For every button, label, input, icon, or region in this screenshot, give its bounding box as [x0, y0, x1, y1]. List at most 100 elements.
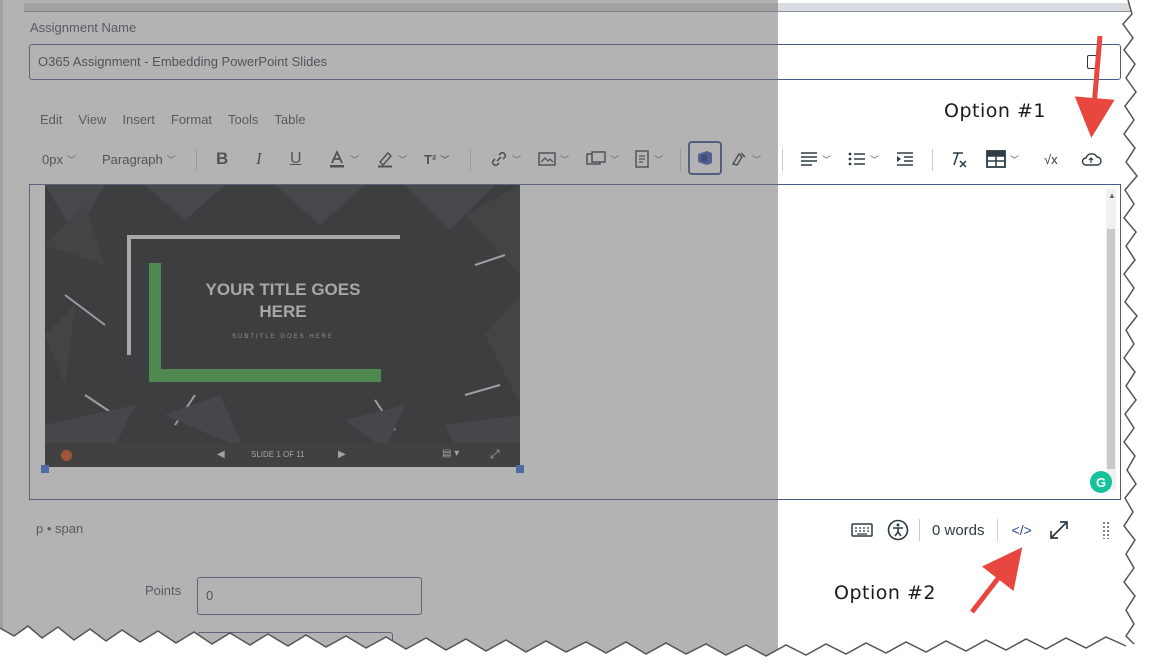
- block-format-value: Paragraph: [102, 151, 163, 167]
- previous-slide-icon[interactable]: ◀: [217, 449, 225, 460]
- indent-button[interactable]: [896, 143, 914, 175]
- superscript-icon: T²: [424, 151, 437, 167]
- statusbar-divider: [996, 519, 998, 541]
- points-label: Points: [145, 583, 182, 598]
- text-color-icon: [330, 150, 344, 168]
- equation-button[interactable]: √x: [1044, 143, 1058, 175]
- apps-button[interactable]: ﹀: [730, 143, 761, 175]
- word-count[interactable]: 0 words: [932, 522, 985, 539]
- menu-insert[interactable]: Insert: [122, 112, 155, 127]
- underline-button[interactable]: U: [290, 143, 302, 175]
- menu-format[interactable]: Format: [171, 112, 212, 127]
- toolbar-divider: [470, 149, 471, 171]
- chevron-down-icon: ﹀: [440, 154, 450, 165]
- editor-toolbar: 0px ﹀ Paragraph ﹀ B I U ﹀ ﹀ T² ﹀ ﹀ ﹀ ﹀ ﹀…: [40, 141, 1120, 175]
- italic-icon: I: [256, 149, 262, 168]
- font-size-select[interactable]: 0px ﹀: [42, 143, 76, 175]
- link-icon: [491, 151, 507, 167]
- assignment-name-input[interactable]: O365 Assignment - Embedding PowerPoint S…: [29, 44, 1121, 80]
- top-divider: [24, 3, 1134, 12]
- scroll-thumb[interactable]: [1107, 229, 1115, 469]
- bold-button[interactable]: B: [216, 143, 228, 175]
- italic-button[interactable]: I: [256, 143, 262, 175]
- chevron-down-icon: ﹀: [752, 154, 762, 165]
- screenshot-page: Assignment Name O365 Assignment - Embedd…: [0, 0, 1152, 669]
- block-format-select[interactable]: Paragraph ﹀: [102, 143, 176, 175]
- keyboard-shortcuts-button[interactable]: [847, 515, 877, 545]
- bold-icon: B: [216, 149, 229, 168]
- menu-edit[interactable]: Edit: [40, 112, 62, 127]
- text-color-button[interactable]: ﹀: [328, 143, 359, 175]
- statusbar-divider: [919, 519, 920, 541]
- image-button[interactable]: ﹀: [538, 143, 569, 175]
- toolbar-divider: [196, 149, 197, 171]
- equation-icon: √x: [1044, 151, 1058, 167]
- media-button[interactable]: ﹀: [586, 143, 619, 175]
- chevron-down-icon: ﹀: [398, 154, 408, 165]
- arrow-to-option2: [970, 547, 1023, 614]
- next-slide-icon[interactable]: ▶: [338, 449, 346, 460]
- superscript-button[interactable]: T² ﹀: [424, 143, 449, 175]
- list-button[interactable]: ﹀: [848, 143, 879, 175]
- scroll-up-icon[interactable]: ▲: [1108, 191, 1116, 200]
- slide-menu-icon[interactable]: ▤ ▾: [442, 448, 459, 459]
- table-button[interactable]: ﹀: [986, 143, 1019, 175]
- fullscreen-button[interactable]: [1044, 515, 1074, 545]
- clear-format-icon: [953, 152, 967, 168]
- menu-view[interactable]: View: [78, 112, 106, 127]
- chevron-down-icon: ﹀: [654, 154, 664, 165]
- align-button[interactable]: ﹀: [800, 143, 831, 175]
- keyboard-icon: [851, 523, 873, 537]
- embedded-powerpoint[interactable]: YOUR TITLE GOES HERE SUBTITLE GOES HERE …: [45, 185, 520, 467]
- option1-annotation: Option #1: [944, 100, 1046, 122]
- toolbar-divider: [782, 149, 783, 171]
- points-input[interactable]: 0: [197, 577, 422, 615]
- expand-icon: [1049, 521, 1068, 539]
- element-path: p • span: [36, 521, 84, 536]
- image-icon: [538, 152, 556, 166]
- grammarly-icon[interactable]: G: [1090, 471, 1112, 493]
- accessibility-icon: [887, 519, 909, 541]
- field-icon: [1087, 55, 1097, 69]
- office-logo-icon: [61, 450, 72, 461]
- list-icon: [848, 152, 865, 166]
- chevron-down-icon: ﹀: [822, 154, 832, 165]
- clear-format-button[interactable]: [948, 143, 968, 175]
- font-size-value: 0px: [42, 151, 63, 167]
- media-icon: [586, 151, 606, 165]
- accessibility-checker-button[interactable]: [883, 515, 913, 545]
- chevron-down-icon: ﹀: [560, 154, 570, 165]
- resize-handle[interactable]: [41, 465, 49, 473]
- indent-icon: [897, 152, 913, 166]
- highlight-icon: [378, 151, 393, 168]
- document-icon: [635, 150, 649, 168]
- chevron-down-icon: ﹀: [350, 154, 360, 165]
- next-field[interactable]: [197, 632, 393, 662]
- fullscreen-icon[interactable]: ⤢: [490, 447, 500, 462]
- option2-annotation: Option #2: [834, 582, 936, 604]
- office365-icon: [698, 151, 712, 165]
- resize-handle[interactable]: [516, 465, 524, 473]
- menu-table[interactable]: Table: [274, 112, 305, 127]
- slide-counter: SLIDE 1 OF 11: [251, 450, 305, 459]
- resize-grip-icon[interactable]: [1102, 521, 1110, 539]
- toolbar-divider: [680, 149, 681, 171]
- link-button[interactable]: ﹀: [490, 143, 521, 175]
- menu-tools[interactable]: Tools: [228, 112, 258, 127]
- slide-title: YOUR TITLE GOES HERE: [205, 280, 361, 321]
- document-button[interactable]: ﹀: [634, 143, 663, 175]
- editor-scrollbar[interactable]: ▲: [1106, 189, 1116, 489]
- assignment-name-label: Assignment Name: [30, 20, 137, 35]
- upload-cloud-icon: [1081, 153, 1102, 166]
- office365-button[interactable]: [688, 141, 722, 175]
- html-editor-button[interactable]: </>: [1012, 522, 1032, 538]
- table-icon: [986, 150, 1006, 168]
- highlight-button[interactable]: ﹀: [376, 143, 407, 175]
- chevron-down-icon: ﹀: [166, 154, 176, 165]
- chevron-down-icon: ﹀: [66, 154, 76, 165]
- upload-cloud-button[interactable]: [1080, 143, 1102, 175]
- slide-subtitle: SUBTITLE GOES HERE: [231, 334, 334, 340]
- rich-content-editor[interactable]: YOUR TITLE GOES HERE SUBTITLE GOES HERE …: [29, 184, 1121, 500]
- toolbar-divider: [932, 149, 933, 171]
- slide-accent-bar: [149, 369, 381, 382]
